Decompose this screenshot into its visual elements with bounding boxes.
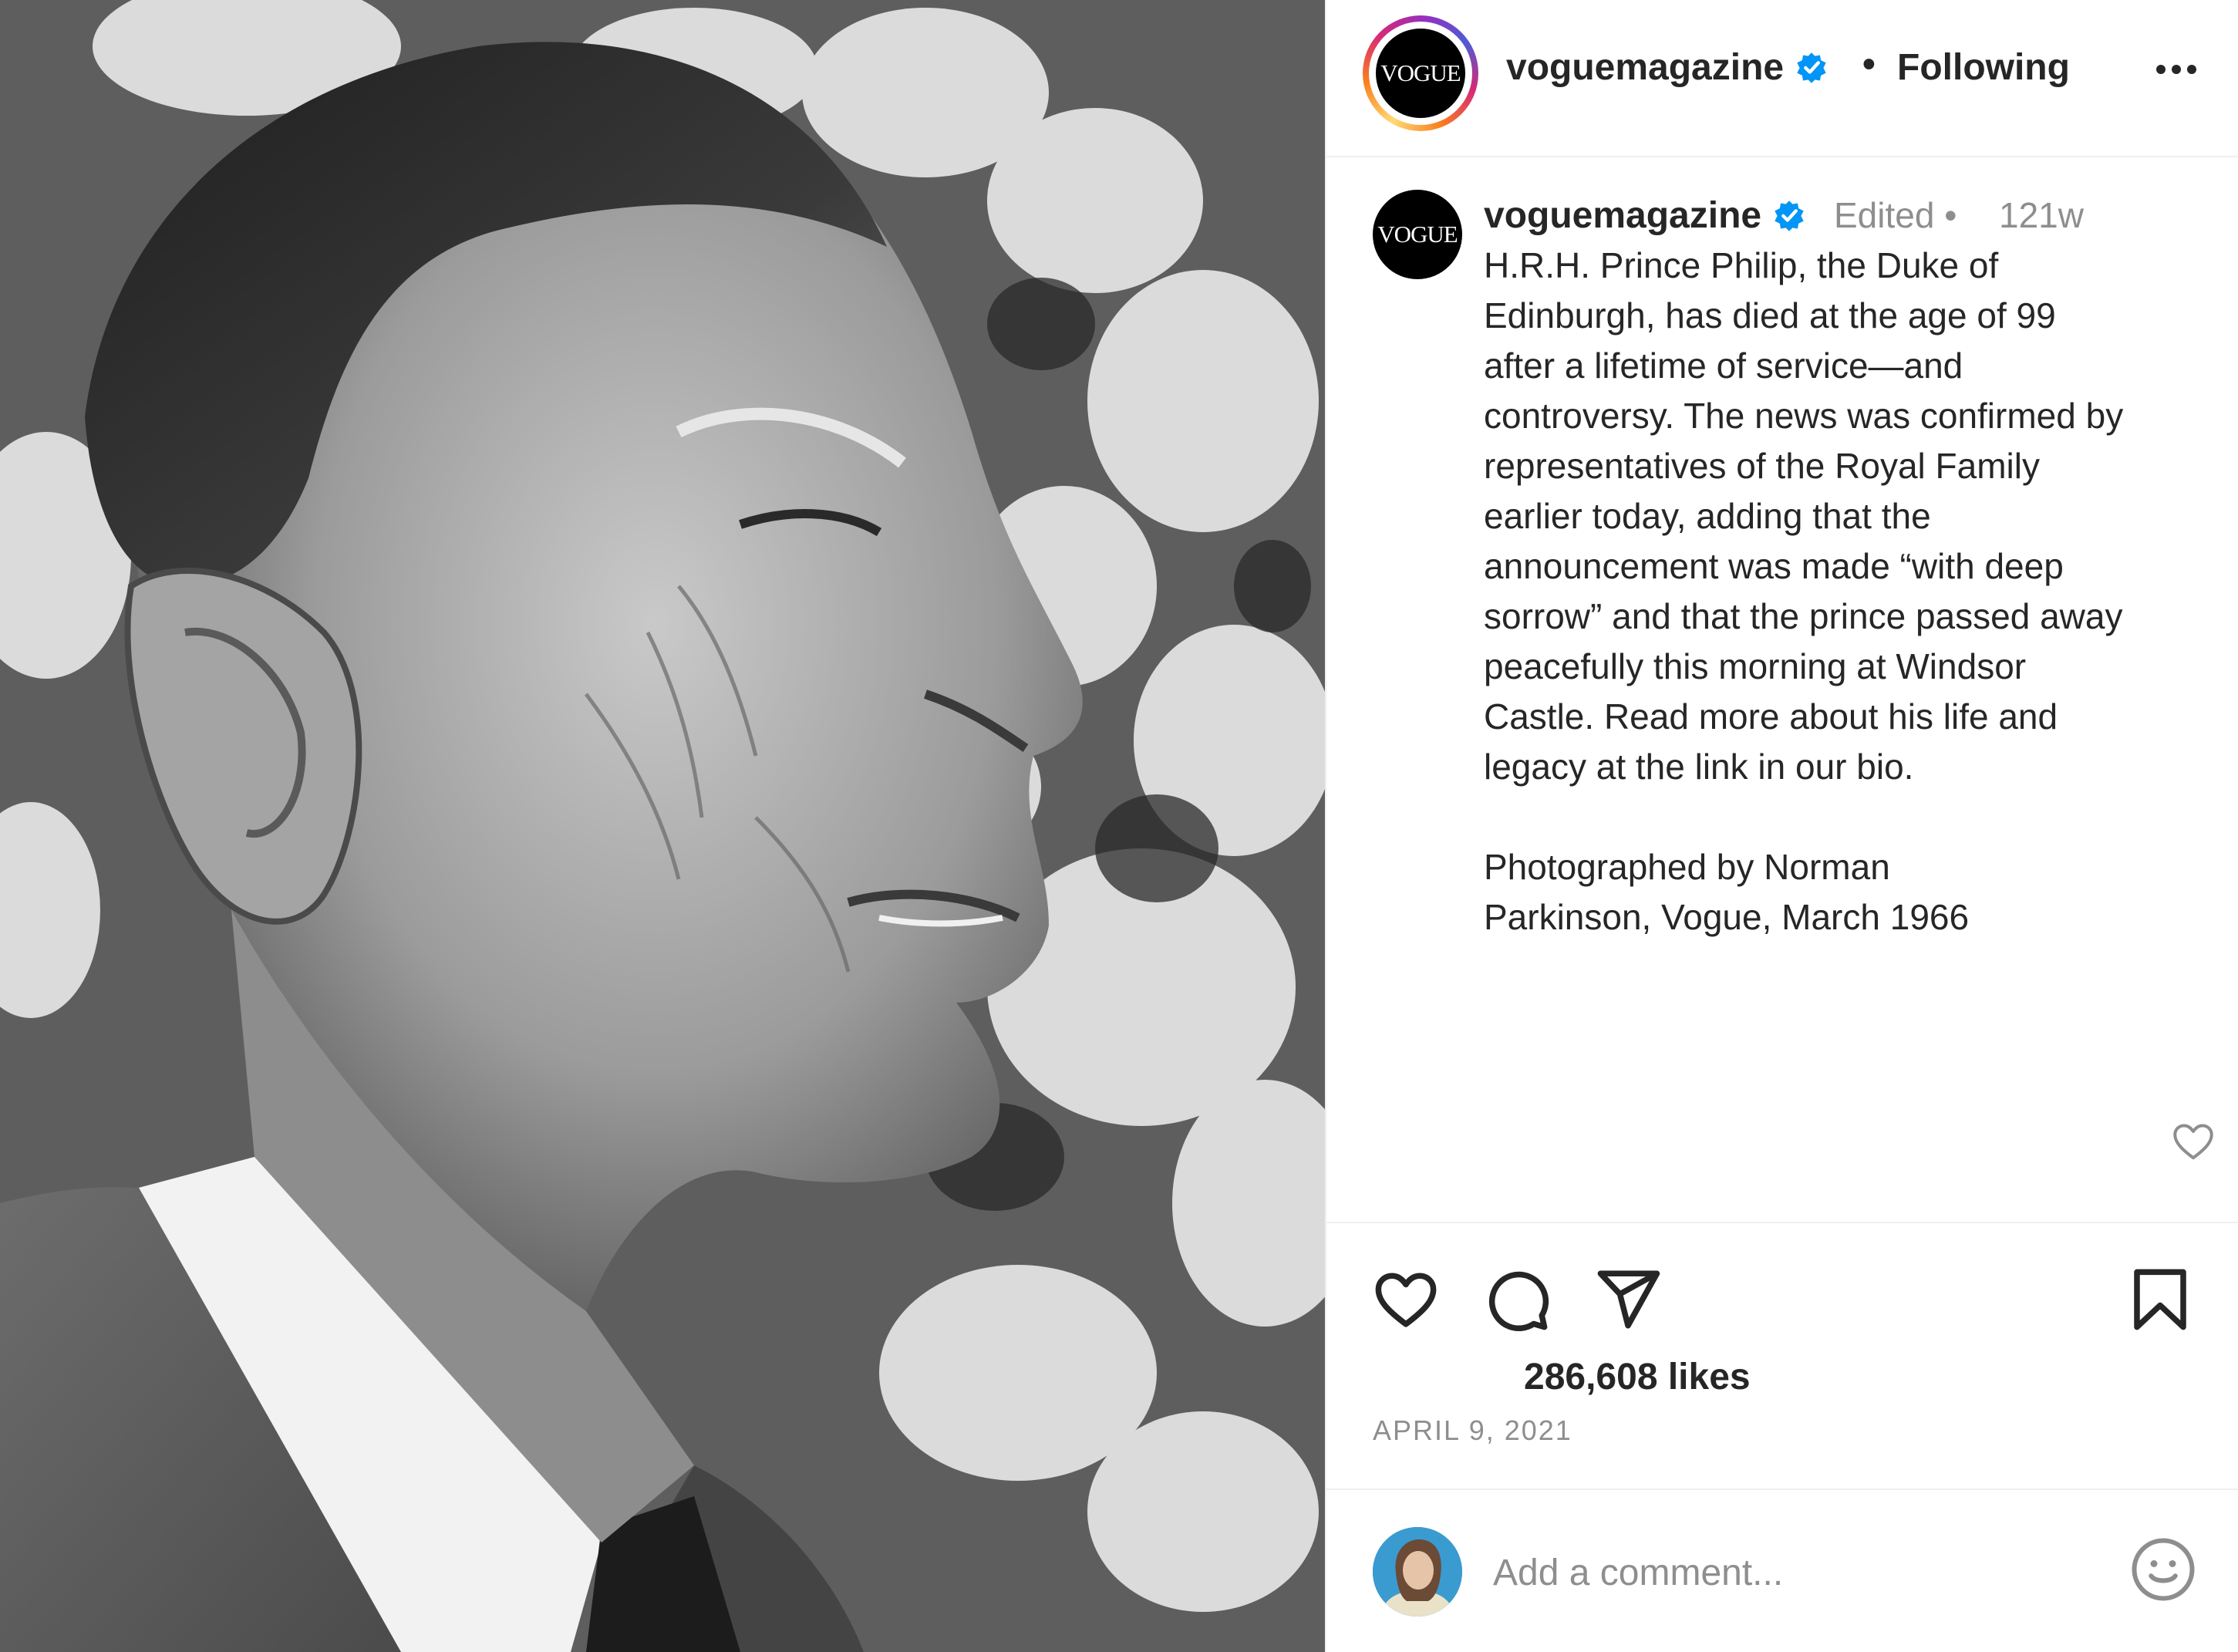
post-header: VOGUE voguemagazine • Following [1326,0,2238,157]
edited-label: Edited • [1834,195,1957,235]
heart-icon[interactable] [1371,1265,1441,1334]
more-options-icon[interactable] [2153,60,2199,79]
story-ring[interactable]: VOGUE [1363,15,1478,131]
following-button[interactable]: Following [1897,46,2070,89]
post-photo[interactable] [0,0,1325,1652]
avatar[interactable]: VOGUE [1376,29,1465,118]
share-icon[interactable] [1593,1265,1663,1334]
caption-avatar-logo-text: VOGUE [1377,221,1458,248]
likes-count[interactable]: 286,608 likes [1524,1356,1751,1398]
emoji-icon[interactable] [2128,1535,2198,1604]
caption-username-link[interactable]: voguemagazine [1484,194,1806,237]
photo-credit-text: Photographed by Norman Parkinson, Vogue,… [1484,847,1970,937]
avatar-logo-text: VOGUE [1380,59,1461,86]
bookmark-icon[interactable] [2125,1265,2195,1334]
post-detail-panel: VOGUE voguemagazine • Following VOGUE vo… [1325,0,2238,1652]
caption-text: H.R.H. Prince Philip, the Duke of Edinbu… [1484,245,2124,787]
actions-divider [1326,1222,2238,1223]
header-username[interactable]: voguemagazine [1506,46,1784,89]
caption-avatar[interactable]: VOGUE [1373,190,1462,279]
verified-badge-icon [1775,200,1804,231]
verified-badge-icon [1797,52,1826,83]
caption-username[interactable]: voguemagazine [1484,194,1761,237]
account-username-link[interactable]: voguemagazine [1506,46,1828,89]
comment-icon[interactable] [1482,1265,1552,1334]
user-avatar-image [1373,1527,1462,1617]
prince-philip-portrait-image [0,0,1325,1652]
current-user-avatar [1373,1527,1462,1617]
post-date[interactable]: APRIL 9, 2021 [1373,1414,1572,1447]
caption-like-heart-icon[interactable] [2170,1118,2216,1165]
header-separator: • [1862,44,1876,85]
comment-input[interactable] [1493,1546,2110,1600]
post-age-link[interactable]: 121w [1999,194,2084,236]
comment-divider [1326,1488,2238,1490]
